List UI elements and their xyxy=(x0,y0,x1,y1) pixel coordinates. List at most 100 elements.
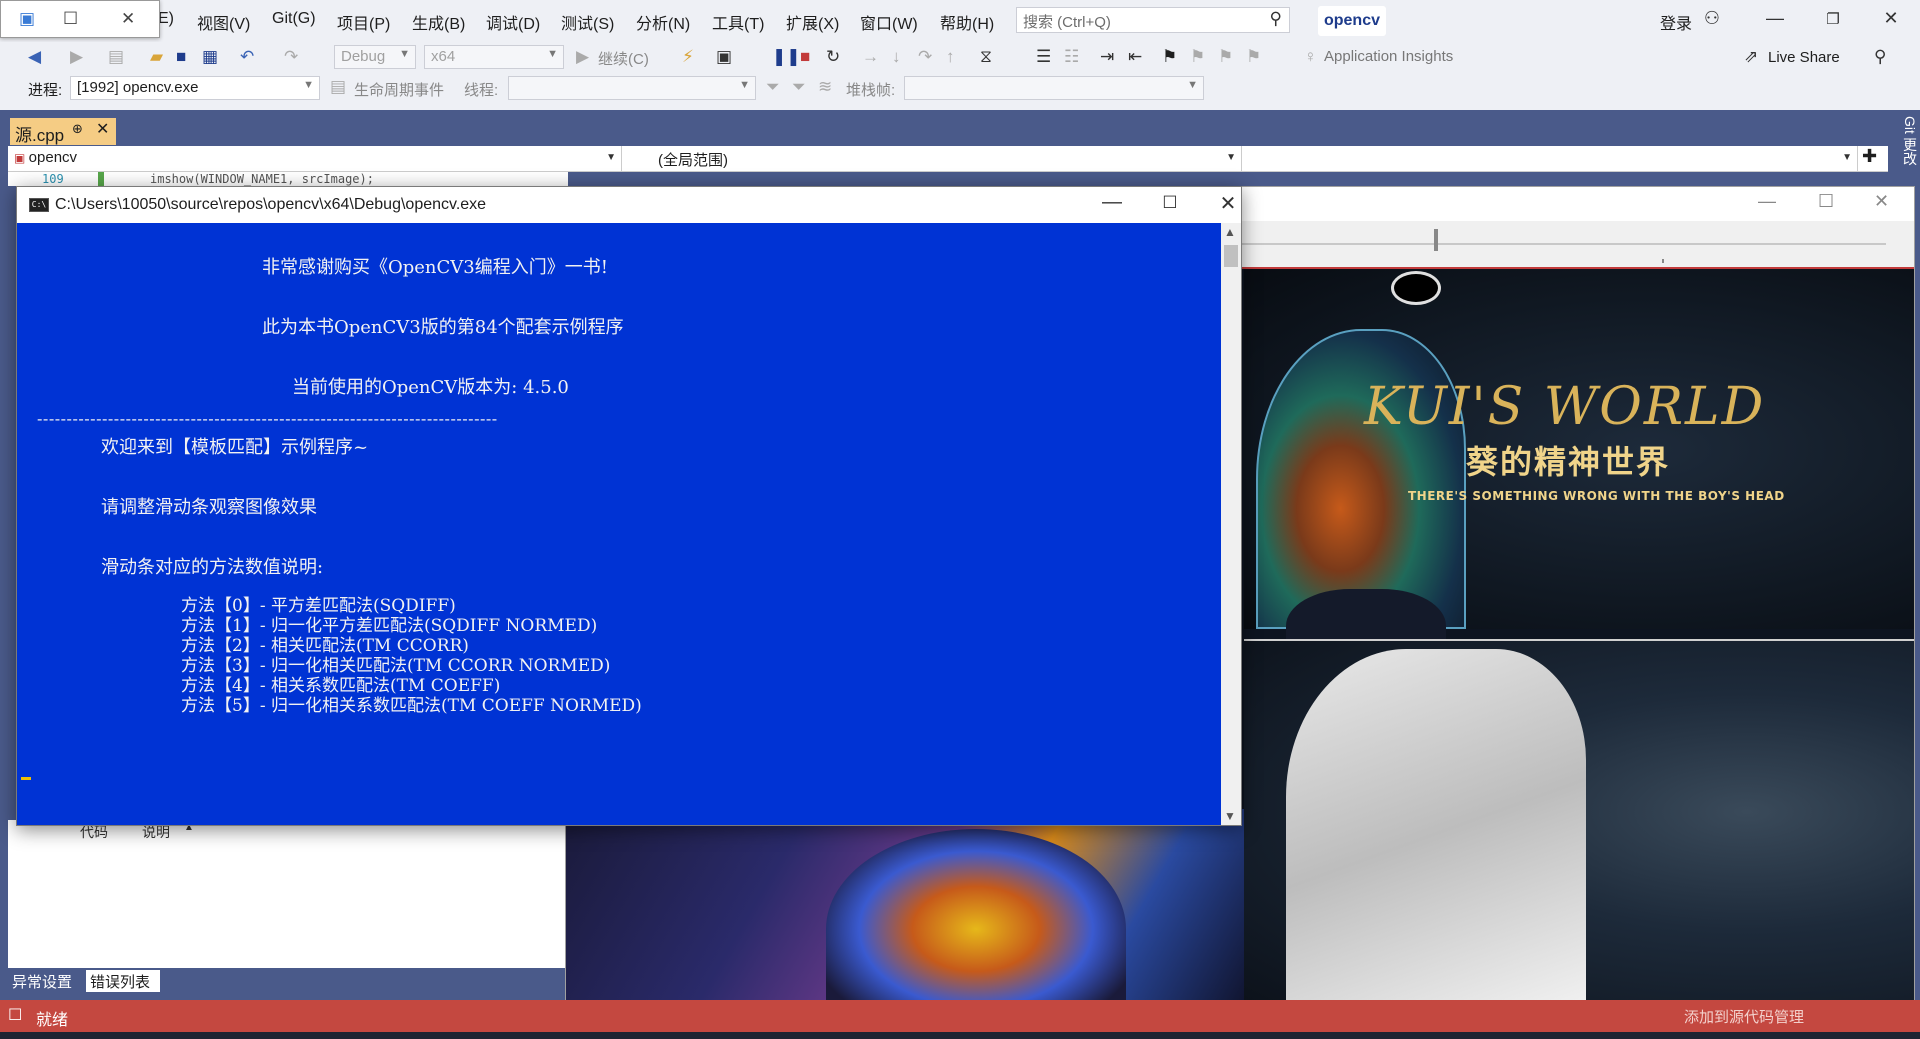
stop-icon[interactable]: ■ xyxy=(800,47,810,67)
search-icon[interactable]: ⚲ xyxy=(1270,9,1282,29)
thread-select[interactable]: ▼ xyxy=(508,76,756,100)
continue-button[interactable]: 继续(C) xyxy=(598,48,649,69)
menu-help[interactable]: 帮助(H) xyxy=(940,10,994,34)
flag-threads-icon[interactable]: ⏷ xyxy=(792,77,806,97)
hot-reload-icon[interactable]: ⚡ xyxy=(682,47,694,67)
menu-project[interactable]: 项目(P) xyxy=(337,10,390,34)
add-to-source-control-button[interactable]: 添加到源代码管理 xyxy=(1684,1006,1804,1027)
mini-close-button[interactable]: ✕ xyxy=(121,9,135,29)
expand-threads-icon[interactable]: ≋ xyxy=(818,77,832,97)
menu-tools[interactable]: 工具(T) xyxy=(712,10,764,34)
prev-bookmark-icon[interactable]: ⚑ xyxy=(1190,47,1205,67)
trackbar-thumb[interactable] xyxy=(1434,229,1438,251)
error-list-panel: 代码 说明 ▲ xyxy=(8,820,566,968)
screenshot-icon[interactable]: ▣ xyxy=(716,47,732,67)
new-item-icon[interactable]: ▤ xyxy=(108,47,124,67)
process-select[interactable]: [1992] opencv.exe ▼ xyxy=(70,76,320,100)
restart-icon[interactable]: ↻ xyxy=(826,47,840,67)
process-label: 进程: xyxy=(28,82,63,99)
open-file-icon[interactable]: ▰ xyxy=(150,47,163,67)
console-maximize-button[interactable]: ☐ xyxy=(1155,193,1185,213)
step-into-icon[interactable]: ↓ xyxy=(892,47,901,67)
lifecycle-events-button[interactable]: 生命周期事件 xyxy=(354,79,444,100)
member-nav-select[interactable]: ▼ xyxy=(1242,146,1858,172)
outdent-icon[interactable]: ⇤ xyxy=(1128,47,1142,67)
step-over-icon[interactable]: ↷ xyxy=(918,47,932,67)
image-minimize-button[interactable]: — xyxy=(1758,191,1776,212)
close-button[interactable]: ✕ xyxy=(1876,8,1906,29)
search-input[interactable]: 搜索 (Ctrl+Q) ⚲ xyxy=(1016,7,1290,33)
chevron-down-icon: ▼ xyxy=(1226,152,1236,163)
next-bookmark-icon[interactable]: ⚑ xyxy=(1218,47,1233,67)
console-output[interactable]: 非常感谢购买《OpenCV3编程入门》一书! 此为本书OpenCV3版的第84个… xyxy=(17,223,1221,825)
console-minimize-button[interactable]: — xyxy=(1097,191,1127,214)
menu-window[interactable]: 窗口(W) xyxy=(860,10,918,34)
navigate-forward-icon[interactable]: ▶ xyxy=(70,47,83,67)
image-close-button[interactable]: ✕ xyxy=(1874,191,1889,212)
menu-view[interactable]: 视图(V) xyxy=(197,10,250,34)
menu-edit[interactable]: E) xyxy=(158,10,174,28)
share-icon: ⇗ xyxy=(1744,47,1759,66)
live-share-button[interactable]: Live Share xyxy=(1768,49,1840,66)
split-editor-icon[interactable]: ✚ xyxy=(1862,146,1877,167)
uncomment-icon[interactable]: ☷ xyxy=(1064,47,1079,67)
restore-button[interactable]: ❐ xyxy=(1818,10,1848,28)
scroll-down-icon[interactable]: ▼ xyxy=(1224,809,1236,823)
platform-value: x64 xyxy=(431,48,456,65)
menu-build[interactable]: 生成(B) xyxy=(412,10,465,34)
console-scrollbar[interactable]: ▲ ▼ xyxy=(1221,223,1241,825)
bookmark-icon[interactable]: ⚑ xyxy=(1162,47,1177,67)
hex-display-icon[interactable]: ⧖ xyxy=(980,47,992,67)
comment-icon[interactable]: ☰ xyxy=(1036,47,1051,67)
git-changes-sidebar-tab[interactable]: Git 更改 xyxy=(1888,112,1920,178)
save-icon[interactable]: ■ xyxy=(176,47,186,67)
chevron-down-icon: ▼ xyxy=(399,48,410,60)
menu-test[interactable]: 测试(S) xyxy=(561,10,614,34)
redo-icon[interactable]: ↷ xyxy=(284,47,298,67)
menu-analyze[interactable]: 分析(N) xyxy=(636,10,690,34)
tab-exception-settings[interactable]: 异常设置 xyxy=(8,970,84,992)
step-out-icon[interactable]: ↑ xyxy=(946,47,955,67)
image-maximize-button[interactable]: ☐ xyxy=(1818,191,1834,212)
console-separator: ----------------------------------------… xyxy=(37,409,498,428)
status-ready-text: 就绪 xyxy=(36,1012,69,1029)
console-title: C:\Users\10050\source\repos\opencv\x64\D… xyxy=(55,196,487,213)
trackbar-track[interactable] xyxy=(1226,243,1886,245)
stack-frame-select[interactable]: ▼ xyxy=(904,76,1204,100)
scope-nav-select[interactable]: (全局范围) ▼ xyxy=(630,146,1242,172)
status-bar: ☐ 就绪 添加到源代码管理 xyxy=(0,1000,1920,1032)
app-insights-button[interactable]: Application Insights xyxy=(1324,48,1453,65)
code-editor-line[interactable]: 109 imshow(WINDOW_NAME1, srcImage); xyxy=(8,172,568,186)
pin-icon[interactable]: ⊕ xyxy=(72,121,83,137)
indent-icon[interactable]: ⇥ xyxy=(1100,47,1114,67)
mini-floating-window: ▣ ☐ ✕ xyxy=(0,0,160,38)
account-icon[interactable]: ⚇ xyxy=(1697,8,1727,29)
pause-icon[interactable]: ❚❚ xyxy=(772,47,801,67)
solution-name-badge[interactable]: opencv xyxy=(1318,6,1386,36)
platform-select[interactable]: x64 ▼ xyxy=(424,45,564,69)
close-icon[interactable]: ✕ xyxy=(96,119,109,139)
trackbar-tick xyxy=(1662,259,1664,263)
console-close-button[interactable]: ✕ xyxy=(1213,191,1243,216)
mini-maximize-button[interactable]: ☐ xyxy=(63,9,78,29)
tab-error-list[interactable]: 错误列表 xyxy=(86,970,160,992)
save-all-icon[interactable]: ▦ xyxy=(202,47,218,67)
config-select[interactable]: Debug ▼ xyxy=(334,45,416,69)
menu-debug[interactable]: 调试(D) xyxy=(486,10,540,34)
minimize-button[interactable]: — xyxy=(1760,8,1790,29)
feedback-icon[interactable]: ⚲ xyxy=(1874,47,1886,67)
show-next-statement-icon[interactable]: → xyxy=(862,47,879,67)
menu-extensions[interactable]: 扩展(X) xyxy=(786,10,839,34)
menu-git[interactable]: Git(G) xyxy=(272,10,316,28)
login-link[interactable]: 登录 xyxy=(1660,10,1692,34)
project-nav-select[interactable]: ▣ opencv ▼ xyxy=(8,146,622,172)
scroll-up-icon[interactable]: ▲ xyxy=(1224,225,1236,239)
undo-icon[interactable]: ↶ xyxy=(240,47,254,67)
tab-source-cpp[interactable]: 源.cpp ⊕ ✕ xyxy=(10,118,116,145)
chevron-down-icon: ▼ xyxy=(1187,79,1198,91)
clear-bookmarks-icon[interactable]: ⚑ xyxy=(1246,47,1261,67)
filter-icon[interactable]: ⏷ xyxy=(766,77,780,97)
navigate-back-icon[interactable]: ◀ xyxy=(28,47,41,67)
scroll-thumb[interactable] xyxy=(1224,245,1238,267)
play-icon[interactable]: ▶ xyxy=(576,47,589,67)
